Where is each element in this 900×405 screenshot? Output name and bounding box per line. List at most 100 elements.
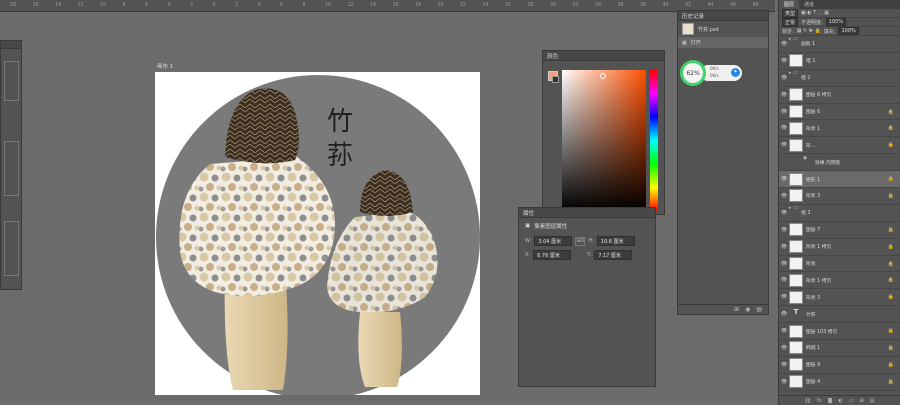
layer-name[interactable]: 图层 7 [806,226,820,233]
layer-row[interactable]: 👁 形状 3 🔒 [779,188,900,205]
mask-icon[interactable]: ◙ [828,398,833,404]
layer-thumbnail [789,172,803,186]
layer-name[interactable]: 图层 4 [806,378,820,385]
layer-row[interactable]: 👁 图层 6 🔒 [779,104,900,121]
opacity-field[interactable]: 100% [825,18,846,26]
new-document-icon[interactable]: ⊞ [734,306,739,313]
visibility-eye-icon[interactable]: 👁 [779,176,789,182]
layer-row[interactable]: 👁 ▸ ▭ 组 3 [779,205,900,222]
visibility-eye-icon[interactable]: 👁 [779,210,789,216]
layer-thumbnail [789,240,803,254]
layer-name[interactable]: 画板 1 [801,40,815,47]
layer-row[interactable]: 👁 图层 9 🔒 [779,357,900,374]
layer-name[interactable]: 形... [806,142,815,149]
network-speed-widget[interactable]: 0K/s 0K/s ✦ 62% [680,60,742,86]
history-panel-header[interactable]: 历史记录 [678,11,768,21]
left-panel-header[interactable] [1,41,21,49]
layer-row[interactable]: 👁 形状 🔒 [779,256,900,273]
history-step-open[interactable]: ▦ 打开 [678,37,768,48]
color-panel-header[interactable]: 颜色 [543,51,664,61]
trash-icon[interactable]: ▤ [870,398,875,404]
history-footer: ⊞ ◉ ▤ [678,304,768,314]
layer-filter-select[interactable]: 类型 [782,8,799,18]
visibility-eye-icon[interactable]: 👁 [779,379,789,385]
fill-field[interactable]: 100% [838,27,859,35]
layer-row[interactable]: 👁 矩形 1 🔒 [779,171,900,189]
layer-name[interactable]: 图层 103 拷贝 [806,328,837,335]
layer-name[interactable]: 形状 3 [806,294,820,301]
layer-row[interactable]: 👁 形状 1 拷贝 🔒 [779,239,900,256]
visibility-eye-icon[interactable]: 👁 [779,311,789,317]
layer-name[interactable]: 椭圆 1 [806,344,820,351]
trash-icon[interactable]: ▤ [756,306,762,313]
layer-name[interactable]: 图层 6 [806,108,820,115]
layer-row[interactable]: 👁 组 1 [779,53,900,70]
visibility-eye-icon[interactable]: 👁 [779,261,789,267]
visibility-eye-icon[interactable]: 👁 [779,244,789,250]
visibility-eye-icon[interactable]: 👁 [779,277,789,283]
layer-name[interactable]: 竹荪 [806,311,816,318]
layer-row[interactable]: 👁 形状 1 🔒 [779,120,900,138]
layer-name[interactable]: 形状 1 拷贝 [806,243,831,250]
filter-icons[interactable]: ▣ ◐ T ⬚ ▦ [801,10,829,16]
layer-row[interactable]: 👁 形... 🔒 [779,137,900,155]
layer-name[interactable]: 矩形 1 [806,176,820,183]
visibility-eye-icon[interactable]: 👁 [779,142,789,148]
layer-row[interactable]: 👁 图层 6 拷贝 [779,87,900,104]
layer-name[interactable]: 组 2 [801,74,810,81]
visibility-eye-icon[interactable]: 👁 [779,58,789,64]
hue-slider[interactable] [650,70,658,211]
layer-row[interactable]: 👁 图层 7 🔒 [779,222,900,239]
width-field[interactable]: 3.04 厘米 [534,236,573,246]
y-field[interactable]: 7.17 厘米 [594,250,633,260]
link-proportions-icon[interactable]: GO [575,236,586,246]
layer-name[interactable]: 形状 1 拷贝 [806,277,831,284]
color-picker-cursor[interactable] [600,73,606,79]
layer-row[interactable]: ◉ 效果 内阴影 [779,154,900,172]
layer-name[interactable]: 形状 [806,260,816,267]
color-picker-field[interactable] [562,70,646,211]
history-snapshot[interactable]: 竹荪.psd [678,21,768,37]
visibility-eye-icon[interactable]: 👁 [779,362,789,368]
visibility-eye-icon[interactable]: 👁 [779,193,789,199]
visibility-eye-icon[interactable]: 👁 [779,328,789,334]
visibility-eye-icon[interactable]: 👁 [779,227,789,233]
document-canvas[interactable]: 竹 荪 [155,72,480,395]
adjustment-icon[interactable]: ◐ [838,398,842,404]
visibility-eye-icon[interactable]: 👁 [779,294,789,300]
layer-row[interactable]: 👁 形状 1 拷贝 🔒 [779,272,900,290]
layer-row[interactable]: 👁 ▸ ▭ 画板 1 [779,36,900,53]
properties-panel-header[interactable]: 属性 [519,208,655,218]
new-group-icon[interactable]: ▭ [849,398,854,404]
visibility-eye-icon[interactable]: 👁 [779,125,789,131]
fx-icon[interactable]: fx [817,398,822,404]
link-layers-icon[interactable]: ⛓ [805,398,811,404]
lock-icons[interactable]: ▦ ✎ ✥ 🔒 [797,28,821,34]
layer-row[interactable]: 👁 椭圆 1 🔒 [779,340,900,357]
layer-row[interactable]: 👁 ▸ ▭ 组 2 [779,70,900,87]
layer-name[interactable]: 图层 9 [806,361,820,368]
boost-icon[interactable]: ✦ [731,68,740,77]
layer-row[interactable]: 👁 图层 103 拷贝 🔒 [779,323,900,341]
layer-row[interactable]: 👁 T 竹荪 [779,306,900,324]
layer-name[interactable]: 形状 3 [806,192,820,199]
visibility-eye-icon[interactable]: 👁 [779,41,789,47]
layer-name[interactable]: 组 1 [806,57,815,64]
layer-row[interactable]: 👁 形状 3 🔒 [779,289,900,307]
camera-icon[interactable]: ◉ [745,306,750,313]
visibility-eye-icon[interactable]: 👁 [779,345,789,351]
blend-mode-select[interactable]: 正常 [782,17,799,27]
layer-name[interactable]: 组 3 [801,209,810,216]
layer-name[interactable]: 图层 6 拷贝 [806,91,831,98]
visibility-eye-icon[interactable]: 👁 [779,109,789,115]
layer-name[interactable]: 形状 1 [806,125,820,132]
visibility-eye-icon[interactable]: 👁 [779,92,789,98]
new-layer-icon[interactable]: ⊞ [860,398,864,404]
height-field[interactable]: 10.6 厘米 [596,236,635,246]
x-field[interactable]: 6.76 厘米 [533,250,572,260]
layer-row[interactable]: 👁 图层 4 🔒 [779,374,900,391]
background-color-swatch[interactable] [552,76,559,83]
tab-channels[interactable]: 通道 [799,0,819,9]
layer-name[interactable]: 效果 内阴影 [815,159,841,166]
visibility-eye-icon[interactable]: 👁 [779,75,789,81]
